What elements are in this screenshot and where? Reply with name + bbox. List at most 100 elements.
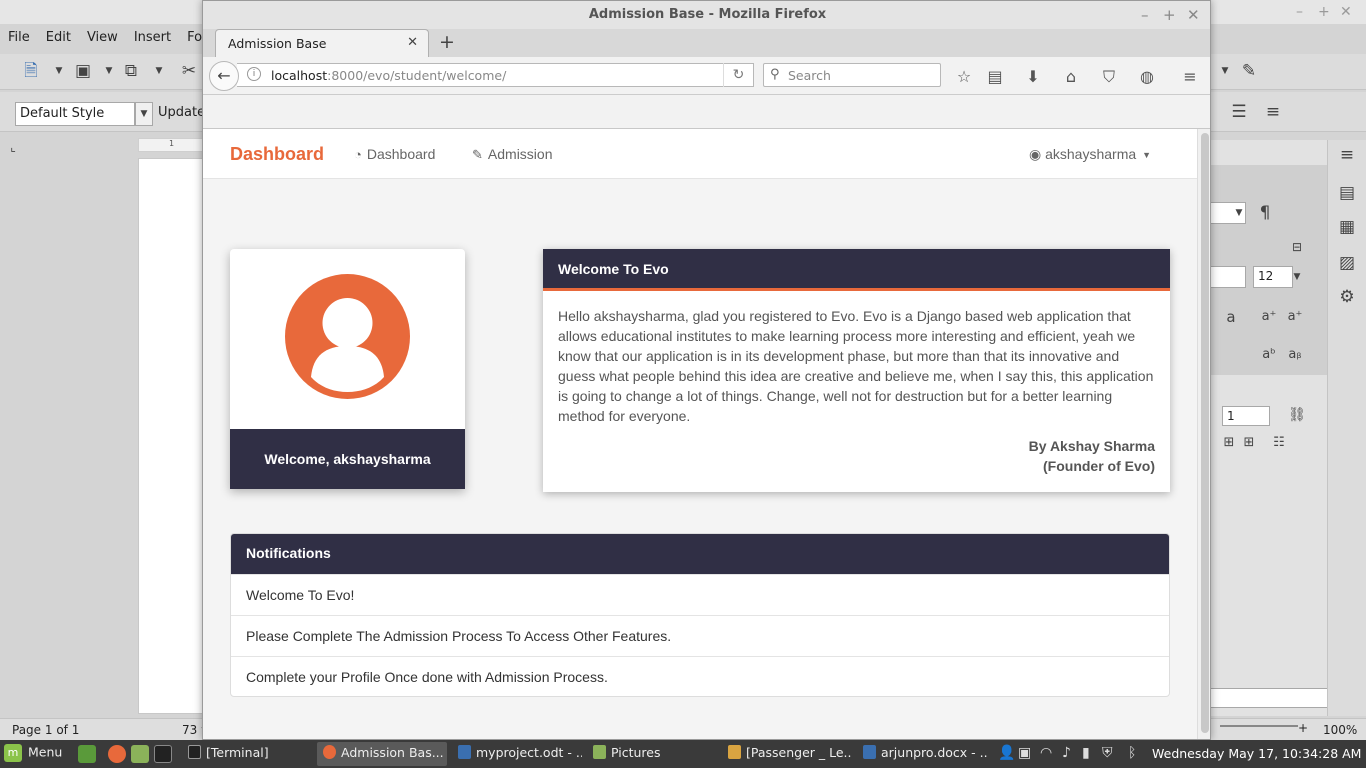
close-icon[interactable]: ✕	[1340, 4, 1352, 20]
menu-view[interactable]: View	[79, 26, 126, 50]
shrink-font-icon[interactable]: a⁺	[1284, 306, 1306, 328]
menu-file[interactable]: File	[0, 26, 38, 50]
folder-icon	[593, 745, 606, 759]
user-avatar-icon	[285, 274, 410, 399]
window-title: Admission Base - Mozilla Firefox	[588, 7, 827, 22]
zoom-in-icon[interactable]: +	[1298, 721, 1308, 735]
indent-icon[interactable]: ≡	[1262, 101, 1284, 123]
chevron-down-icon[interactable]: ▼	[1214, 60, 1236, 82]
task-myproject[interactable]: myproject.odt - ...	[452, 742, 582, 766]
writer-icon	[458, 745, 471, 759]
firefox-launcher-icon[interactable]	[108, 745, 126, 763]
bookmark-star-icon[interactable]: ☆	[953, 67, 975, 87]
scrollbar-thumb[interactable]	[1201, 133, 1209, 733]
paragraph-style-select[interactable]: Default Style	[15, 102, 135, 126]
hello-icon[interactable]: ◍	[1136, 67, 1158, 87]
properties-icon[interactable]: ▤	[1336, 182, 1358, 204]
task-pictures[interactable]: Pictures	[587, 742, 717, 766]
subscript-icon[interactable]: aᵦ	[1284, 344, 1306, 366]
hamburger-menu-icon[interactable]: ≡	[1179, 67, 1201, 87]
brand-link[interactable]: Dashboard	[230, 144, 324, 165]
close-tab-icon[interactable]: ✕	[407, 35, 418, 50]
minimize-icon[interactable]: –	[1141, 1, 1149, 29]
chevron-down-icon[interactable]: ▼	[148, 60, 170, 82]
user-menu-dropdown[interactable]: ◉ akshaysharma ▼	[1029, 146, 1151, 163]
link-icon[interactable]: ⛓	[1286, 404, 1308, 426]
superscript-icon[interactable]: aᵇ	[1258, 344, 1280, 366]
battery-icon[interactable]: ▮	[1082, 745, 1090, 761]
shield-icon[interactable]: ⛨	[1102, 745, 1113, 761]
font-style-field[interactable]	[1210, 266, 1246, 288]
nav-admission-link[interactable]: ✎ Admission	[472, 146, 553, 163]
grow-font-icon[interactable]: a⁺	[1258, 306, 1280, 328]
cut-icon[interactable]: ✂	[178, 60, 200, 82]
task-label: [Passenger _ Le...	[746, 745, 852, 760]
start-menu-button[interactable]: m Menu	[4, 744, 62, 762]
welcome-signature: By Akshay Sharma (Founder of Evo)	[543, 426, 1170, 476]
caret-down-icon: ▼	[1142, 150, 1152, 161]
chevron-down-icon[interactable]: ▼	[1286, 266, 1308, 288]
wifi-icon[interactable]: ◠	[1040, 745, 1052, 761]
zoom-slider[interactable]	[1220, 725, 1298, 727]
minimize-icon[interactable]: –	[1296, 4, 1303, 20]
maximize-icon[interactable]: +	[1163, 1, 1176, 29]
pocket-icon[interactable]: ⛉	[1098, 67, 1120, 87]
new-tab-icon[interactable]: +	[439, 31, 455, 53]
nav-dashboard-link[interactable]: ◔ Dashboard	[354, 146, 435, 162]
tab-admission-base[interactable]: Admission Base ✕	[215, 29, 429, 57]
user-name: akshaysharma	[1045, 146, 1137, 162]
gallery-icon[interactable]: ▨	[1336, 252, 1358, 274]
page-scrollbar[interactable]	[1197, 129, 1210, 739]
menu-insert[interactable]: Insert	[126, 26, 179, 50]
chevron-down-icon[interactable]: ▼	[98, 60, 120, 82]
templates-icon[interactable]: ▣	[72, 60, 94, 82]
download-icon[interactable]: ⬇	[1022, 67, 1044, 87]
menu-edit[interactable]: Edit	[38, 26, 79, 50]
document-page[interactable]	[138, 158, 208, 714]
user-icon[interactable]: 👤	[998, 745, 1015, 761]
show-desktop-icon[interactable]	[78, 745, 96, 763]
align-icon[interactable]: ☰	[1228, 101, 1250, 123]
chevron-down-icon[interactable]: ▼	[1228, 202, 1250, 224]
export-icon[interactable]: ⧉	[120, 60, 142, 82]
menu-icon[interactable]: ≡	[1336, 144, 1358, 166]
more-options-icon[interactable]: ⊟	[1286, 236, 1308, 258]
terminal-launcher-icon[interactable]	[154, 745, 172, 763]
nav-dashboard-label: Dashboard	[366, 146, 436, 162]
font-color-icon[interactable]: a	[1220, 306, 1242, 328]
terminal-icon	[188, 745, 201, 759]
gear-icon[interactable]: ⚙	[1336, 286, 1358, 308]
table-icon[interactable]: ⊞	[1218, 432, 1240, 454]
draw-icon[interactable]: ✎	[1238, 60, 1260, 82]
back-icon[interactable]: ←	[209, 61, 239, 91]
url-bar[interactable]: localhost:8000/evo/student/welcome/	[237, 63, 754, 87]
search-input[interactable]: ⚲ Search	[763, 63, 941, 87]
task-passenger[interactable]: [Passenger _ Le...	[722, 742, 852, 766]
welcome-card: Welcome To Evo Hello akshaysharma, glad …	[543, 249, 1170, 492]
update-style-button[interactable]: Update	[158, 105, 205, 120]
task-admission-base[interactable]: Admission Bas...	[317, 742, 447, 766]
reload-icon[interactable]: ↻	[723, 63, 753, 87]
spacing-field[interactable]: 1	[1222, 406, 1270, 426]
maximize-icon[interactable]: +	[1318, 4, 1330, 20]
sound-icon[interactable]: ♪	[1062, 745, 1071, 761]
new-document-icon[interactable]: 🗎	[20, 60, 42, 82]
chevron-down-icon[interactable]: ▼	[135, 102, 153, 126]
task-terminal[interactable]: [Terminal]	[182, 742, 312, 766]
table-icon[interactable]: ⊞	[1238, 432, 1260, 454]
clock[interactable]: Wednesday May 17, 10:34:28 AM	[1152, 746, 1361, 761]
page-count: Page 1 of 1	[12, 723, 80, 737]
update-manager-icon[interactable]: ▣	[1018, 745, 1031, 761]
page-icon[interactable]: ▦	[1336, 216, 1358, 238]
task-arjunpro[interactable]: arjunpro.docx - ...	[857, 742, 987, 766]
site-info-icon[interactable]: i	[247, 67, 261, 81]
paragraph-icon[interactable]: ¶	[1254, 202, 1276, 224]
reading-list-icon[interactable]: ▤	[984, 67, 1006, 87]
home-icon[interactable]: ⌂	[1060, 67, 1082, 87]
list-icon[interactable]: ☷	[1268, 432, 1290, 454]
site-navbar: Dashboard ◔ Dashboard ✎ Admission ◉ akshay…	[203, 129, 1197, 179]
bluetooth-icon[interactable]: ᛒ	[1128, 745, 1136, 761]
chevron-down-icon[interactable]: ▼	[48, 60, 70, 82]
files-launcher-icon[interactable]	[131, 745, 149, 763]
close-icon[interactable]: ✕	[1187, 1, 1200, 29]
